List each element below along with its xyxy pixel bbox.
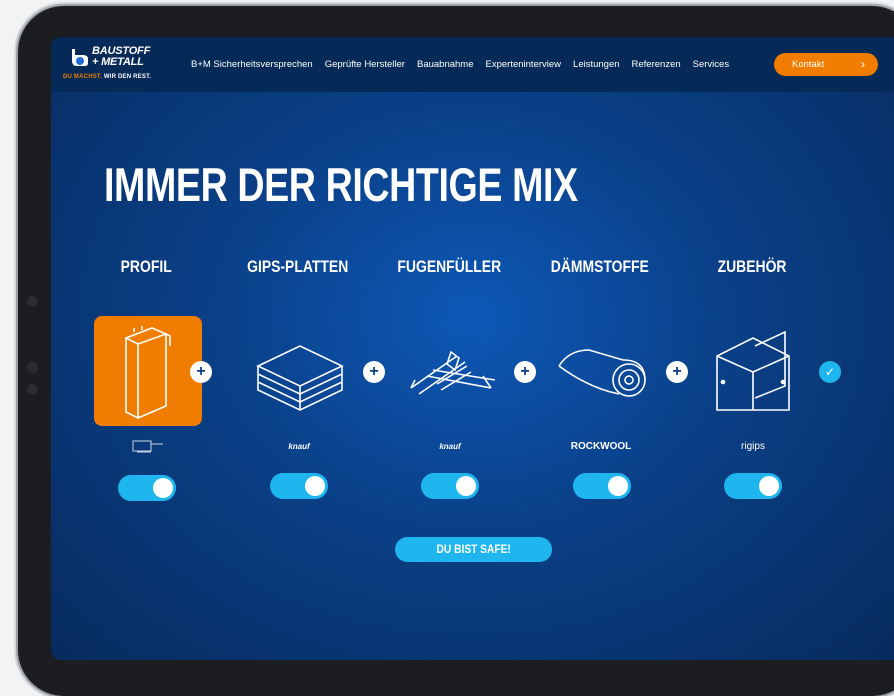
tablet-button <box>27 384 38 395</box>
brand-logo <box>88 438 208 456</box>
toggle-switch[interactable] <box>724 473 782 499</box>
check-icon: ✓ <box>819 361 841 383</box>
logo-tagline: DU MACHST. WIR DEN REST. <box>63 74 152 80</box>
toggle-knob <box>456 476 476 496</box>
brand-knauf: knauf <box>288 442 310 451</box>
toggle-switch[interactable] <box>118 475 176 501</box>
nav-item[interactable]: Experteninterview <box>486 59 562 70</box>
plus-icon: + <box>514 361 536 383</box>
navbar: BAUSTOFF + METALL DU MACHST. WIR DEN RES… <box>51 37 894 92</box>
toggle-knob <box>153 478 173 498</box>
safe-cta-button[interactable]: DU BIST SAFE! <box>395 537 552 562</box>
plus-icon: + <box>190 361 212 383</box>
toggle-switch[interactable] <box>421 473 479 499</box>
insulation-roll-icon <box>558 349 646 397</box>
nav-item[interactable]: Geprüfte Hersteller <box>325 59 405 70</box>
nav-item[interactable]: Referenzen <box>632 59 681 70</box>
brand-rigips: rigips <box>741 441 765 452</box>
logo-mark-icon <box>66 49 88 66</box>
category-gips-platten-card[interactable] <box>246 316 354 426</box>
joint-filler-icon <box>410 350 496 395</box>
page-headline: IMMER DER RICHTIGE MIX <box>104 158 578 211</box>
brand-logo-icon <box>132 440 163 453</box>
tablet-camera <box>27 296 38 307</box>
toggle-knob <box>608 476 628 496</box>
category-title: DÄMMSTOFFE <box>550 257 650 276</box>
plus-icon: + <box>666 361 688 383</box>
kontakt-label: Kontakt <box>792 59 825 70</box>
brand-rockwool: ROCKWOOL <box>570 441 632 452</box>
kontakt-button[interactable]: Kontakt › <box>774 53 878 76</box>
category-title: FUGENFÜLLER <box>397 257 501 276</box>
plus-icon: + <box>363 361 385 383</box>
logo[interactable]: BAUSTOFF + METALL DU MACHST. WIR DEN RES… <box>63 45 173 85</box>
nav-item[interactable]: Leistungen <box>573 59 619 70</box>
category-title: GIPS-PLATTEN <box>247 257 349 276</box>
screen: BAUSTOFF + METALL DU MACHST. WIR DEN RES… <box>51 37 894 660</box>
nav-item[interactable]: Bauabnahme <box>417 59 474 70</box>
brand-knauf: knauf <box>439 442 461 451</box>
gypsum-boards-icon <box>256 345 344 411</box>
toggle-knob <box>305 476 325 496</box>
category-title: PROFIL <box>120 257 172 276</box>
nav-item[interactable]: Services <box>693 59 729 70</box>
category-fugenfueller-card[interactable] <box>397 316 505 426</box>
category-title: ZUBEHÖR <box>717 257 787 276</box>
category-daemmstoffe-card[interactable] <box>549 316 657 426</box>
toggle-switch[interactable] <box>573 473 631 499</box>
category-zubehoer-card[interactable] <box>699 316 807 426</box>
main-nav: B+M Sicherheitsversprechen Geprüfte Hers… <box>191 59 729 70</box>
chevron-right-icon: › <box>861 57 865 71</box>
category-profil-card[interactable] <box>94 316 202 426</box>
nav-item[interactable]: B+M Sicherheitsversprechen <box>191 59 313 70</box>
profile-icon <box>125 326 171 420</box>
access-panel-icon <box>716 330 790 411</box>
tablet-button <box>27 362 38 373</box>
toggle-knob <box>759 476 779 496</box>
logo-name: BAUSTOFF + METALL <box>92 45 151 68</box>
toggle-switch[interactable] <box>270 473 328 499</box>
